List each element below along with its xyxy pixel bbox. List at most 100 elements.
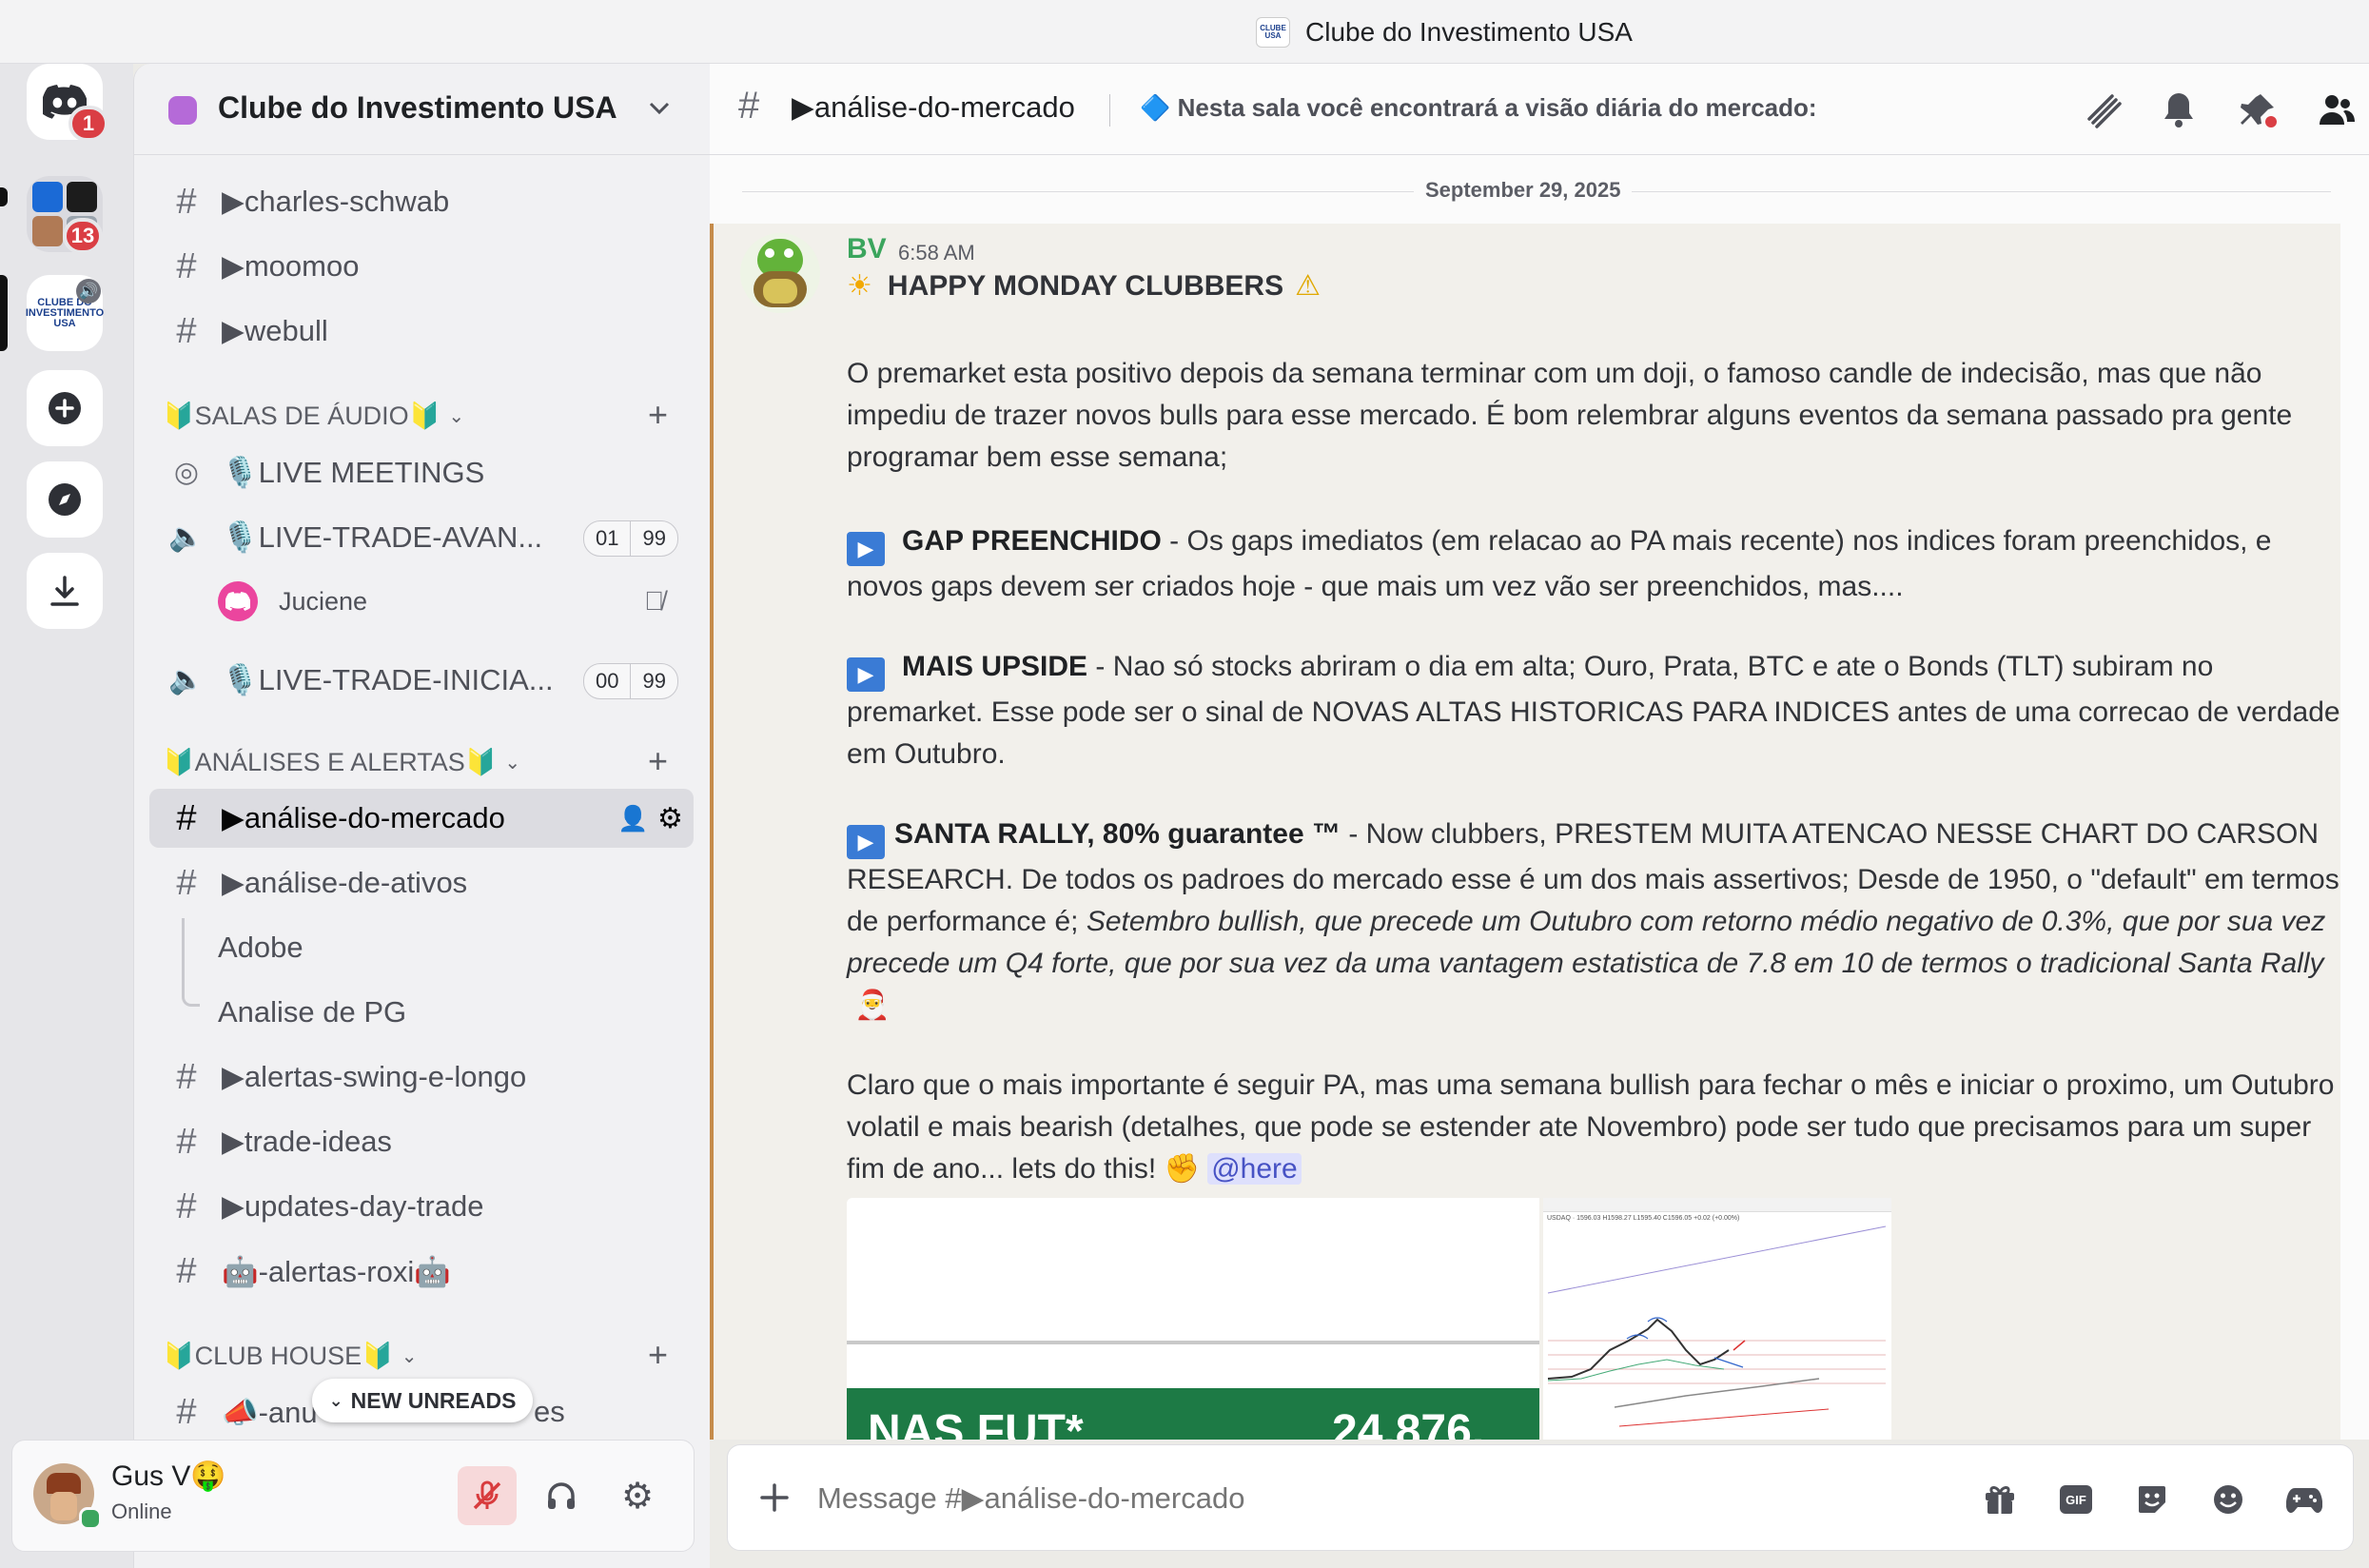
plus-circle-icon bbox=[49, 392, 81, 424]
play-button-emoji: ▶ bbox=[847, 532, 885, 566]
voice-user-juciene[interactable]: Juciene 🎙̸ bbox=[149, 572, 694, 631]
closing-text: Claro que o mais importante é seguir PA,… bbox=[847, 1069, 2335, 1185]
channel-analise-de-ativos[interactable]: # ▶análise-de-ativos bbox=[149, 853, 694, 912]
download-icon bbox=[50, 576, 79, 606]
server-logo-icon: CLUBE USA bbox=[1256, 17, 1290, 48]
headphones-icon bbox=[548, 1482, 575, 1509]
hash-thread-icon: # bbox=[176, 1250, 197, 1291]
author-name[interactable]: BV bbox=[847, 233, 887, 265]
attachment-value: 24,876. bbox=[1332, 1406, 1485, 1440]
candlestick-chart-thumbnail bbox=[1547, 1225, 1887, 1427]
message-paragraph: O premarket esta positivo depois da sema… bbox=[847, 358, 2293, 473]
thread-analise-de-pg[interactable]: Analise de PG bbox=[149, 983, 694, 1042]
thread-label: Analise de PG bbox=[218, 995, 407, 1029]
threads-button[interactable] bbox=[2080, 87, 2125, 132]
image-attachment[interactable]: NAS FUT* 24,876. bbox=[847, 1198, 1539, 1440]
threads-icon bbox=[2087, 94, 2122, 128]
download-button[interactable] bbox=[27, 553, 103, 629]
message-timestamp: 6:58 AM bbox=[898, 241, 975, 265]
user-name: Gus V🤑 bbox=[111, 1460, 226, 1492]
server-name: Clube do Investimento USA bbox=[218, 90, 617, 125]
gift-button[interactable] bbox=[1974, 1474, 2026, 1525]
mute-button[interactable] bbox=[458, 1466, 517, 1525]
section-title: SANTA RALLY, 80% guarantee ™ bbox=[894, 818, 1341, 850]
voice-label: 🎙️LIVE MEETINGS bbox=[222, 455, 485, 489]
message-closing: Claro que o mais importante é seguir PA,… bbox=[847, 1065, 2340, 1190]
folder-server-icon bbox=[32, 216, 63, 246]
channel-topic[interactable]: 🔷 Nesta sala você encontrará a visão diá… bbox=[1140, 93, 1825, 123]
sticker-icon bbox=[2139, 1486, 2165, 1513]
create-channel-plus-icon[interactable]: + bbox=[648, 1335, 668, 1375]
fist-emoji: ✊ bbox=[1164, 1153, 1200, 1185]
channel-charles-schwab[interactable]: # ▶charles-schwab bbox=[149, 172, 694, 231]
section-title: MAIS UPSIDE bbox=[902, 651, 1088, 682]
channel-trade-ideas[interactable]: # ▶trade-ideas bbox=[149, 1112, 694, 1171]
voice-label: 🎙️LIVE-TRADE-AVAN... bbox=[222, 519, 543, 554]
member-list-button[interactable] bbox=[2314, 87, 2359, 132]
channel-label: ▶webull bbox=[222, 314, 328, 347]
channel-updates-day-trade[interactable]: # ▶updates-day-trade bbox=[149, 1177, 694, 1236]
deafen-button[interactable] bbox=[532, 1466, 591, 1525]
user-count: 00 bbox=[596, 669, 619, 693]
category-salas-de-audio[interactable]: 🔰SALAS DE ÁUDIO🔰 ⌄ bbox=[163, 401, 464, 431]
add-server-button[interactable] bbox=[27, 370, 103, 446]
voice-live-meetings[interactable]: ◎ 🎙️LIVE MEETINGS bbox=[149, 442, 694, 501]
selected-pill bbox=[0, 275, 8, 351]
channel-label: ▶trade-ideas bbox=[222, 1125, 392, 1158]
stage-icon: ◎ bbox=[173, 456, 200, 488]
gear-icon[interactable]: ⚙ bbox=[657, 802, 683, 835]
header-divider bbox=[1109, 94, 1110, 127]
create-channel-plus-icon[interactable]: + bbox=[648, 395, 668, 435]
emoji-button[interactable] bbox=[2203, 1474, 2254, 1525]
channel-label: 🤖-alertas-roxi🤖 bbox=[222, 1254, 451, 1288]
warning-emoji: ⚠ bbox=[1295, 270, 1322, 302]
channel-analise-do-mercado[interactable]: # ▶análise-do-mercado 👤 ⚙ bbox=[149, 789, 694, 848]
user-settings-button[interactable]: ⚙ bbox=[608, 1466, 667, 1525]
message-input[interactable] bbox=[815, 1474, 1675, 1523]
voice-label: 🎙️LIVE-TRADE-INICIA... bbox=[222, 662, 554, 696]
channel-alertas-roxi[interactable]: # 🤖-alertas-roxi🤖 bbox=[149, 1242, 694, 1301]
bell-icon bbox=[2164, 93, 2193, 127]
chevron-down-icon bbox=[649, 102, 670, 115]
channel-webull[interactable]: # ▶webull bbox=[149, 302, 694, 361]
server-folder[interactable]: 13 bbox=[27, 176, 103, 254]
new-unreads-button[interactable]: ⌄ NEW UNREADS bbox=[312, 1379, 533, 1422]
gamepad-icon bbox=[2286, 1488, 2322, 1513]
sun-emoji: ☀ bbox=[847, 270, 872, 302]
direct-messages-button[interactable]: 1 bbox=[27, 64, 108, 142]
message-list: September 29, 2025 BV 6:58 AM ☀ HAPPY MON… bbox=[710, 155, 2369, 1440]
chart-attachment[interactable]: USDAQ · 1596.03 H1598.27 L1595.40 C1596.… bbox=[1543, 1198, 1891, 1440]
server-header[interactable]: Clube do Investimento USA bbox=[134, 64, 710, 155]
hash-icon: # bbox=[176, 310, 197, 351]
category-club-house[interactable]: 🔰CLUB HOUSE🔰 ⌄ bbox=[163, 1341, 418, 1371]
activities-button[interactable] bbox=[2279, 1474, 2330, 1525]
chevron-down-icon: ⌄ bbox=[401, 1345, 418, 1367]
channel-name: ▶análise-do-mercado bbox=[792, 90, 1075, 124]
channel-label: ▶análise-de-ativos bbox=[222, 866, 468, 899]
members-icon bbox=[2320, 95, 2355, 125]
author-avatar[interactable] bbox=[740, 233, 820, 313]
channel-moomoo[interactable]: # ▶moomoo bbox=[149, 237, 694, 296]
discover-button[interactable] bbox=[27, 461, 103, 538]
mention-here[interactable]: @here bbox=[1207, 1153, 1302, 1185]
category-analises-e-alertas[interactable]: 🔰ANÁLISES E ALERTAS🔰 ⌄ bbox=[163, 747, 520, 777]
user-panel: Gus V🤑 Online ⚙ bbox=[11, 1440, 695, 1552]
server-clube-investimento[interactable]: CLUBE DO INVESTIMENTO USA 🔊 bbox=[26, 275, 104, 351]
dm-unread-badge: 1 bbox=[69, 106, 108, 142]
chevron-down-icon: ⌄ bbox=[328, 1390, 343, 1410]
upload-button[interactable] bbox=[749, 1472, 800, 1523]
invite-icon[interactable]: 👤 bbox=[617, 804, 648, 833]
chevron-down-icon: ⌄ bbox=[504, 752, 521, 774]
channel-label: ▶moomoo bbox=[222, 249, 360, 283]
pinned-messages-button[interactable] bbox=[2236, 87, 2281, 132]
create-channel-plus-icon[interactable]: + bbox=[648, 741, 668, 781]
channel-alertas-swing-e-longo[interactable]: # ▶alertas-swing-e-longo bbox=[149, 1048, 694, 1107]
thread-adobe[interactable]: Adobe bbox=[149, 918, 694, 977]
sticker-button[interactable] bbox=[2126, 1474, 2178, 1525]
notifications-button[interactable] bbox=[2156, 87, 2202, 132]
gif-button[interactable]: GIF bbox=[2050, 1474, 2102, 1525]
unread-pill bbox=[0, 187, 8, 206]
window-title: Clube do Investimento USA bbox=[1305, 17, 1633, 47]
speaker-icon: 🔊 bbox=[76, 279, 101, 304]
hash-thread-icon: # bbox=[176, 1056, 197, 1097]
